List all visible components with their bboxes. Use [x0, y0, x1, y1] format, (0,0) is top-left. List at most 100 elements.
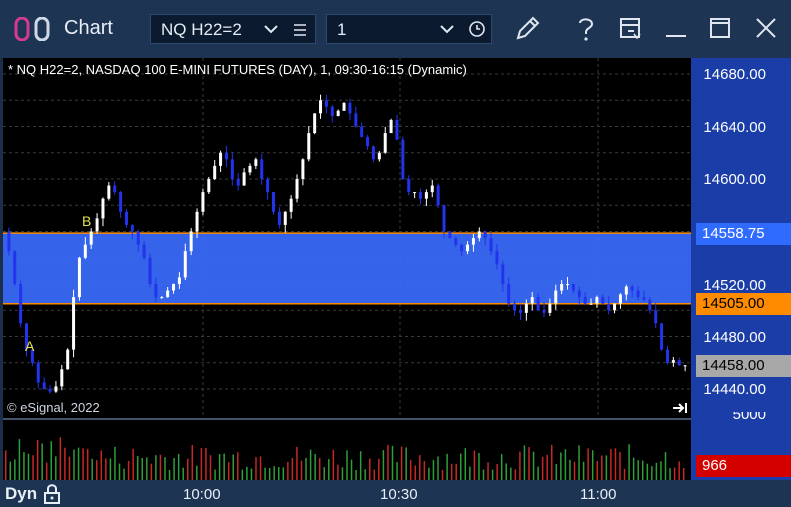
clock-icon[interactable] [468, 20, 486, 38]
price-tick-label: 14600.00 [703, 171, 766, 188]
candle-body [277, 211, 281, 225]
price-tick-label: 14520.00 [703, 277, 766, 294]
volume-bar [382, 450, 385, 480]
candle-body [195, 211, 199, 232]
candle-body [548, 303, 552, 313]
volume-bar [109, 458, 112, 480]
volume-chart-canvas [5, 437, 685, 480]
volume-bar [332, 449, 335, 480]
point-label-b: B [82, 213, 92, 229]
candle-body [424, 192, 428, 199]
layout-dropdown-icon[interactable] [618, 14, 644, 44]
candle-body [7, 231, 11, 252]
candle-body [524, 303, 528, 313]
candle-body [371, 146, 375, 160]
candle-body [42, 382, 46, 389]
maximize-icon[interactable] [708, 14, 732, 44]
candle-body [571, 284, 575, 291]
volume-bar [455, 463, 457, 480]
volume-bar [428, 467, 430, 480]
price-chart[interactable] [3, 58, 691, 418]
volume-bar [268, 467, 271, 480]
volume-bar [505, 463, 507, 480]
help-icon[interactable] [572, 14, 600, 44]
candle-body [442, 205, 446, 232]
candle-body [283, 211, 287, 225]
volume-bar [55, 456, 57, 480]
pane-separator[interactable] [3, 418, 791, 420]
candle-body [66, 349, 70, 370]
volume-bar [369, 458, 371, 480]
volume-bar [510, 467, 512, 480]
volume-bar [282, 467, 285, 480]
candle-body [671, 360, 675, 363]
candle-body [48, 389, 52, 392]
volume-bar [651, 466, 653, 480]
pencil-icon[interactable] [512, 14, 542, 44]
candle-body [607, 303, 611, 311]
volume-bar [350, 459, 353, 480]
volume-bar [114, 446, 116, 480]
volume-bar [246, 466, 248, 480]
candle-body [554, 290, 558, 304]
chevron-down-icon[interactable] [439, 21, 455, 37]
candle-body [19, 284, 23, 324]
candle-body [271, 192, 275, 212]
candle-body [430, 185, 434, 193]
volume-bar [414, 465, 416, 480]
candle-body [60, 369, 64, 387]
symbol-selector[interactable]: NQ H22=2 [150, 14, 316, 44]
volume-bar [68, 456, 71, 480]
volume-bar [173, 458, 175, 480]
volume-bar [264, 467, 266, 480]
scroll-to-end-icon[interactable] [672, 401, 690, 415]
candle-body [219, 152, 223, 166]
volume-bar [573, 461, 576, 480]
volume-bar [478, 452, 480, 480]
volume-bar [601, 455, 603, 480]
price-tick-label: 14640.00 [703, 119, 766, 136]
candle-body [401, 139, 405, 179]
close-icon[interactable] [754, 14, 778, 44]
volume-bar [642, 460, 644, 480]
candle-body [77, 257, 81, 298]
dynamic-mode-label[interactable]: Dyn [5, 484, 37, 504]
minimize-icon[interactable] [664, 14, 688, 44]
volume-bar [682, 467, 685, 480]
volume-chart[interactable] [3, 420, 691, 480]
candle-body [183, 251, 187, 278]
candle-body [13, 251, 17, 284]
candle-body [518, 310, 522, 313]
volume-bar [432, 460, 435, 480]
volume-bar [309, 449, 312, 480]
chevron-down-icon[interactable] [263, 21, 279, 37]
menu-icon[interactable] [293, 23, 307, 37]
candle-body [230, 159, 234, 179]
volume-bar [250, 468, 253, 480]
volume-bar [500, 454, 503, 480]
volume-bar [460, 453, 462, 480]
volume-bar [491, 469, 494, 480]
volume-bar [205, 447, 207, 480]
lock-icon[interactable] [43, 483, 61, 505]
candle-body [495, 251, 499, 265]
volume-bar [596, 461, 598, 480]
candle-body [242, 172, 246, 186]
candle-body [577, 290, 581, 298]
interval-selector[interactable]: 1 [326, 14, 492, 44]
volume-bar [237, 452, 239, 480]
candle-body [630, 286, 634, 291]
volume-bar [469, 466, 471, 480]
volume-bar [155, 455, 157, 480]
volume-bar [678, 461, 680, 480]
candle-body [324, 100, 328, 107]
candle-body [542, 310, 546, 313]
candle-body [124, 211, 128, 225]
volume-bar [446, 453, 448, 480]
volume-bar [528, 447, 530, 480]
candle-body [313, 113, 317, 134]
candle-body [72, 297, 76, 350]
volume-value-tag: 966 [696, 455, 791, 477]
volume-bar [296, 446, 298, 480]
volume-bar [400, 446, 403, 480]
